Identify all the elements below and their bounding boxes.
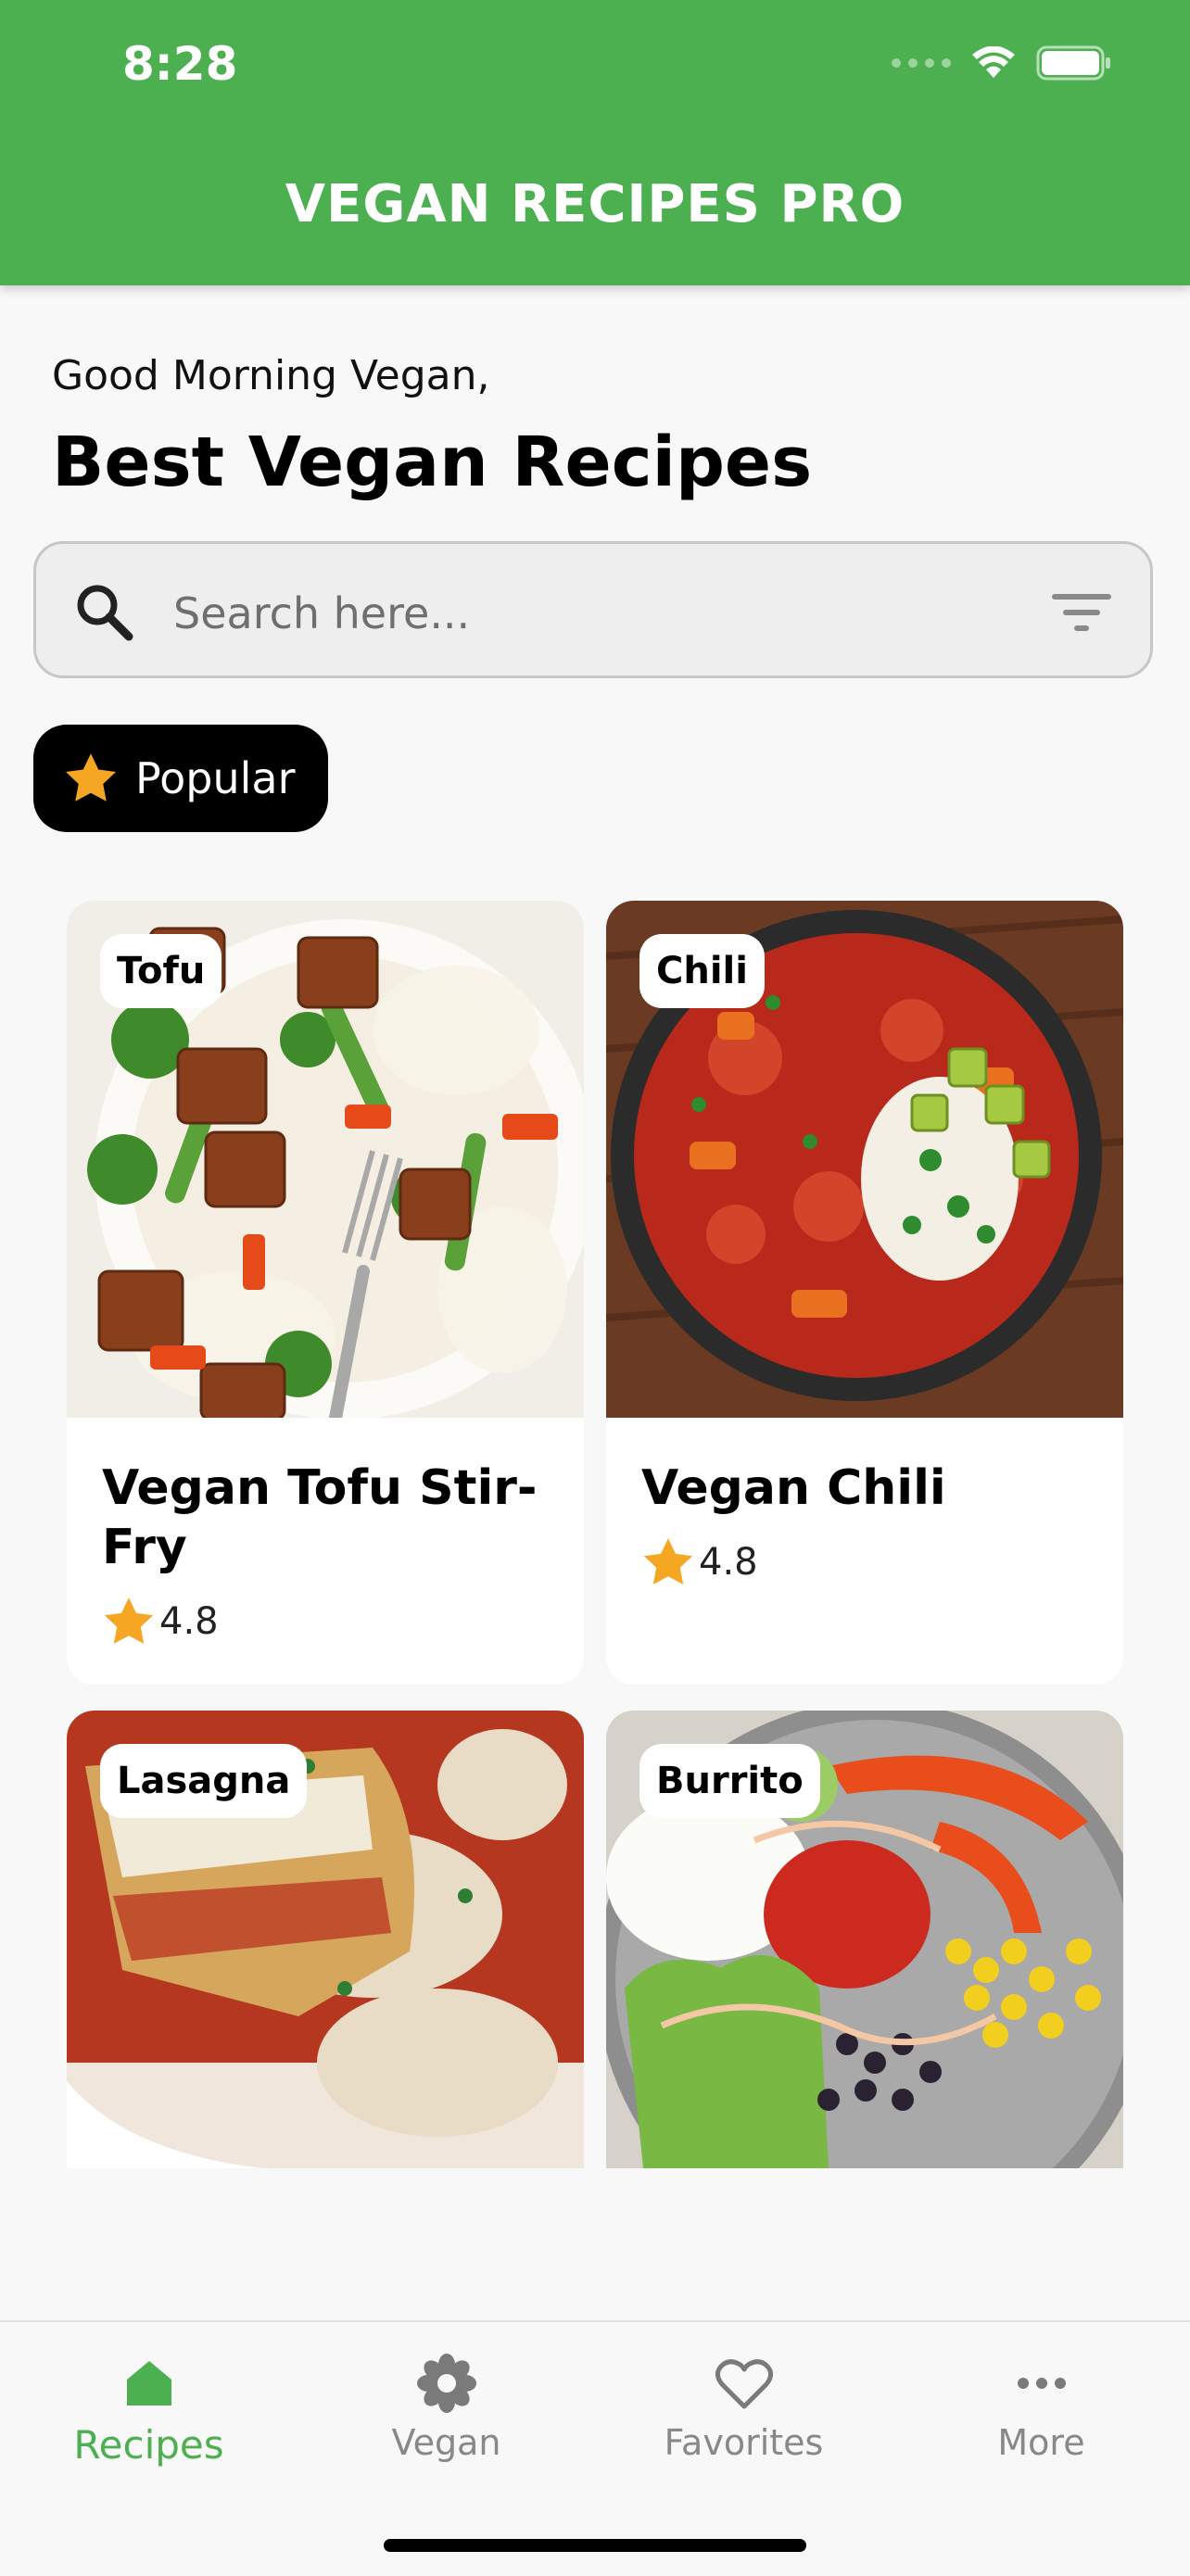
search-input[interactable]	[171, 577, 972, 650]
status-icons	[892, 44, 1112, 82]
search-icon	[77, 585, 133, 641]
battery-icon	[1036, 45, 1110, 81]
heart-icon	[715, 2359, 773, 2409]
greeting-text: Good Morning Vegan,	[52, 352, 490, 399]
nav-item-recipes[interactable]: Recipes	[0, 2322, 298, 2489]
wifi-icon	[972, 46, 1015, 78]
nav-label: Vegan	[391, 2422, 501, 2463]
recipe-rating: 4.8	[102, 1596, 219, 1648]
recipe-card[interactable]: Chili Vegan Chili 4.8	[606, 901, 1123, 1685]
recipe-name: Vegan Tofu Stir-Fry	[102, 1460, 538, 1575]
recipe-tag: Lasagna	[100, 1744, 308, 1818]
nav-label: More	[997, 2422, 1085, 2463]
recipe-rating: 4.8	[641, 1536, 758, 1588]
recipe-tag: Tofu	[100, 934, 222, 1008]
nav-label: Recipes	[73, 2422, 224, 2468]
recipe-card[interactable]: Tofu Vegan Tofu Stir-Fry 4.8	[67, 901, 584, 1685]
popular-filter-chip[interactable]: Popular	[33, 725, 328, 832]
app-title: VEGAN RECIPES PRO	[285, 174, 905, 234]
app-bar: 8:28 VEGAN RECIPES PRO	[0, 0, 1190, 285]
cellular-signal-icon	[892, 58, 951, 68]
star-icon	[104, 1597, 154, 1644]
page-title: Best Vegan Recipes	[52, 423, 813, 502]
nav-label: Favorites	[664, 2422, 824, 2463]
status-time: 8:28	[122, 37, 238, 91]
home-icon	[126, 2361, 171, 2406]
filter-icon[interactable]	[1050, 590, 1113, 635]
nav-item-more[interactable]: More	[892, 2322, 1190, 2489]
nav-item-vegan[interactable]: Vegan	[298, 2322, 595, 2489]
recipe-card[interactable]: Lasagna	[67, 1711, 584, 2168]
recipe-card[interactable]: Burrito	[606, 1711, 1123, 2168]
recipe-tag: Chili	[639, 934, 765, 1008]
rating-value: 4.8	[699, 1541, 758, 1584]
bottom-navigation: Recipes Vegan Favorites More	[0, 2320, 1190, 2576]
more-icon	[1017, 2378, 1066, 2389]
rating-value: 4.8	[159, 1600, 219, 1643]
recipe-tag: Burrito	[639, 1744, 820, 1818]
nav-item-favorites[interactable]: Favorites	[595, 2322, 892, 2489]
flower-icon	[416, 2354, 476, 2413]
search-bar[interactable]	[33, 541, 1153, 678]
star-icon	[643, 1538, 693, 1585]
home-indicator[interactable]	[384, 2539, 806, 2552]
star-icon	[66, 753, 116, 802]
chip-label: Popular	[135, 753, 296, 803]
recipe-name: Vegan Chili	[641, 1460, 946, 1516]
